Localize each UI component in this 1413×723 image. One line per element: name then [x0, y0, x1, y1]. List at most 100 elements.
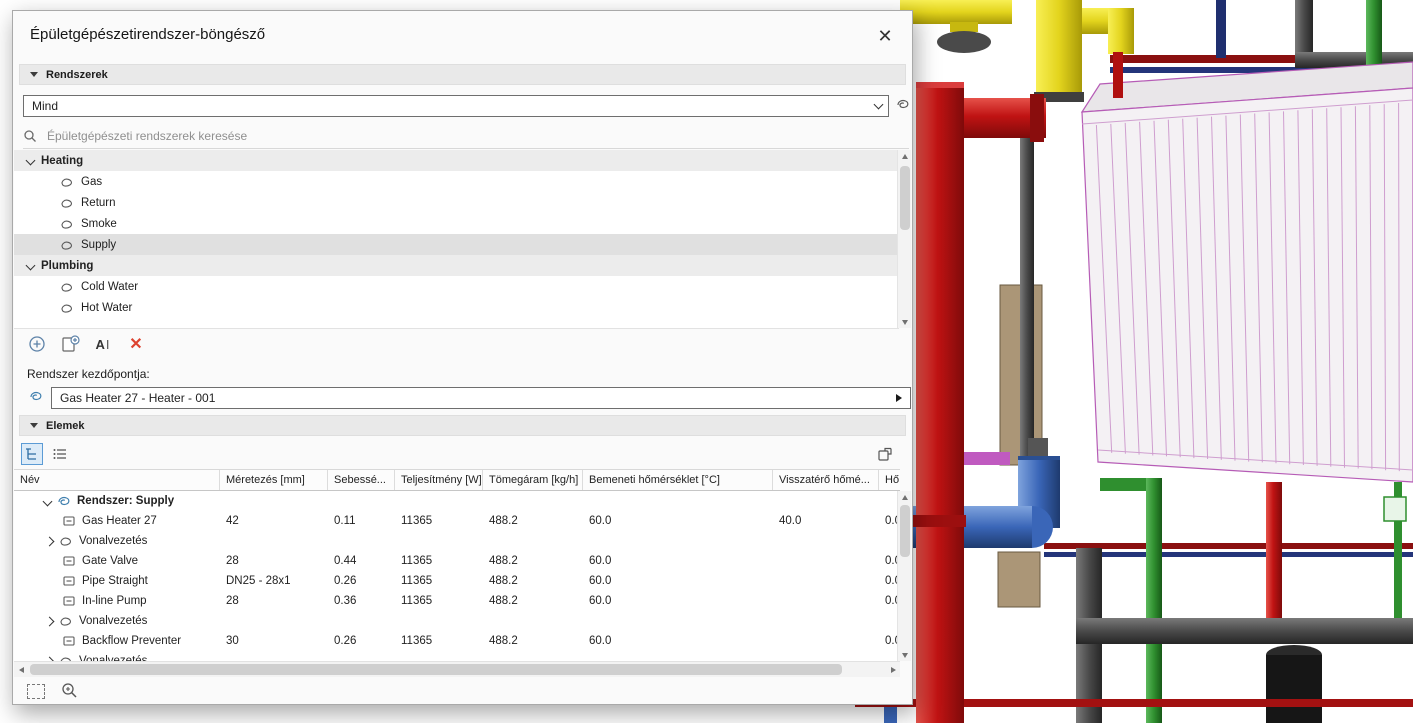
- arrow-right-icon: [896, 394, 902, 402]
- horizontal-scrollbar[interactable]: [14, 661, 900, 677]
- marquee-select-icon[interactable]: [27, 684, 45, 699]
- chevron-down-icon: [26, 261, 36, 271]
- system-loop-icon: [60, 175, 74, 189]
- table-row[interactable]: Gate Valve 28 0.44 11365 488.2 60.0 0.0: [14, 551, 900, 571]
- list-view-toggle[interactable]: [49, 443, 71, 465]
- col-header-visszatero[interactable]: Visszatérő hőmé...: [773, 470, 879, 490]
- delete-x-icon: ✕: [129, 334, 142, 354]
- chevron-down-icon: [43, 496, 53, 506]
- new-system-button[interactable]: [60, 334, 80, 354]
- routing-loop-icon: [59, 614, 73, 628]
- system-loop-icon: [60, 301, 74, 315]
- system-browser-dialog: Épületgépészetirendszer-böngésző ✕ Rends…: [12, 10, 913, 705]
- tree-item-label: Return: [81, 197, 116, 209]
- elements-table-header: Név Méretezés [mm] Sebessé... Teljesítmé…: [14, 469, 900, 491]
- scroll-left-arrow[interactable]: [14, 662, 28, 677]
- col-header-meretezes[interactable]: Méretezés [mm]: [220, 470, 328, 490]
- table-row[interactable]: Vonalvezetés: [14, 531, 900, 551]
- zoom-to-selection-icon[interactable]: [61, 682, 79, 700]
- routing-loop-icon: [59, 654, 73, 661]
- col-header-sebesseg[interactable]: Sebessé...: [328, 470, 395, 490]
- backflow-preventer-icon: [62, 634, 76, 648]
- section-header-systems[interactable]: Rendszerek: [19, 64, 906, 85]
- scrollbar-thumb[interactable]: [30, 664, 842, 675]
- table-row[interactable]: Vonalvezetés: [14, 611, 900, 631]
- tree-view-toggle[interactable]: [21, 443, 43, 465]
- table-row[interactable]: Vonalvezetés: [14, 651, 900, 661]
- scroll-down-arrow[interactable]: [898, 316, 912, 328]
- tree-item-label: Cold Water: [81, 281, 138, 293]
- table-scrollbar[interactable]: [897, 491, 911, 661]
- table-row[interactable]: Pipe Straight DN25 - 28x1 0.26 11365 488…: [14, 571, 900, 591]
- system-loop-icon: [60, 217, 74, 231]
- chevron-right-icon[interactable]: [45, 616, 55, 626]
- app-root: { "window": { "title": "Épületgépészetir…: [0, 0, 1413, 723]
- add-system-button[interactable]: [27, 334, 47, 354]
- system-loop-icon: [60, 280, 74, 294]
- row-label: Backflow Preventer: [82, 635, 181, 647]
- scroll-up-arrow[interactable]: [898, 150, 912, 162]
- tree-scrollbar[interactable]: [897, 150, 911, 328]
- mep-system-icon: [57, 494, 71, 508]
- systems-tree: Heating Gas Return Smoke Supply Plumbing…: [14, 150, 899, 329]
- gate-valve-icon: [62, 554, 76, 568]
- tree-item-label: Hot Water: [81, 302, 132, 314]
- col-header-nev[interactable]: Név: [14, 470, 220, 490]
- collapse-triangle-icon: [30, 423, 38, 428]
- elements-table-body: Rendszer: Supply Gas Heater 27 42 0.11 1…: [14, 491, 900, 661]
- system-search[interactable]: [23, 123, 909, 149]
- section-header-elements[interactable]: Elemek: [19, 415, 906, 436]
- start-point-label: Rendszer kezdőpontja:: [27, 367, 150, 381]
- tree-group-heating[interactable]: Heating: [14, 150, 899, 171]
- table-row[interactable]: In-line Pump 28 0.36 11365 488.2 60.0 0.…: [14, 591, 900, 611]
- routing-loop-icon: [59, 534, 73, 548]
- tree-group-label: Plumbing: [41, 260, 93, 272]
- system-filter-dropdown[interactable]: Mind: [23, 95, 889, 117]
- elements-view-toolbar: [21, 443, 71, 465]
- system-loop-icon: [60, 238, 74, 252]
- chevron-down-icon: [26, 156, 36, 166]
- dropdown-value: Mind: [32, 99, 875, 113]
- gray-riser: [1020, 130, 1034, 465]
- col-header-bemeneti[interactable]: Bemeneti hőmérséklet [°C]: [583, 470, 773, 490]
- col-header-teljesitmeny[interactable]: Teljesítmény [W]: [395, 470, 483, 490]
- tree-item-gas[interactable]: Gas: [14, 171, 899, 192]
- chevron-down-icon: [874, 100, 884, 110]
- table-row[interactable]: Gas Heater 27 42 0.11 11365 488.2 60.0 4…: [14, 511, 900, 531]
- row-label: Gate Valve: [82, 555, 138, 567]
- scroll-right-arrow[interactable]: [886, 662, 900, 677]
- mep-system-icon: [29, 389, 43, 403]
- rename-button[interactable]: AI: [93, 334, 113, 354]
- pipe-straight-icon: [62, 574, 76, 588]
- chevron-right-icon[interactable]: [45, 536, 55, 546]
- tree-item-hot-water[interactable]: Hot Water: [14, 297, 899, 318]
- transfer-settings-button[interactable]: [874, 443, 896, 465]
- search-input[interactable]: [45, 128, 909, 144]
- start-point-value: Gas Heater 27 - Heater - 001: [60, 391, 896, 405]
- start-point-field[interactable]: Gas Heater 27 - Heater - 001: [51, 387, 911, 409]
- scroll-down-arrow[interactable]: [898, 649, 912, 661]
- tree-group-plumbing[interactable]: Plumbing: [14, 255, 899, 276]
- tree-item-smoke[interactable]: Smoke: [14, 213, 899, 234]
- col-header-ho[interactable]: Hő...: [879, 470, 900, 490]
- tree-item-supply[interactable]: Supply: [14, 234, 899, 255]
- dialog-footer: [27, 682, 79, 700]
- collapse-triangle-icon: [30, 72, 38, 77]
- table-row[interactable]: Backflow Preventer 30 0.26 11365 488.2 6…: [14, 631, 900, 651]
- scroll-up-arrow[interactable]: [898, 491, 912, 503]
- tree-item-label: Supply: [81, 239, 116, 251]
- scrollbar-thumb[interactable]: [900, 166, 910, 230]
- rename-icon: AI: [95, 337, 110, 352]
- close-button[interactable]: ✕: [870, 21, 900, 51]
- green-pipe: [1100, 478, 1162, 723]
- delete-button[interactable]: ✕: [126, 334, 146, 354]
- transfer-settings-icon: [877, 446, 893, 462]
- tree-item-return[interactable]: Return: [14, 192, 899, 213]
- tree-item-label: Gas: [81, 176, 102, 188]
- tree-item-cold-water[interactable]: Cold Water: [14, 276, 899, 297]
- row-label: Vonalvezetés: [79, 615, 147, 627]
- table-row[interactable]: Rendszer: Supply: [14, 491, 900, 511]
- scrollbar-thumb[interactable]: [900, 505, 910, 557]
- radiator: [1082, 62, 1413, 482]
- col-header-tomegaram[interactable]: Tömegáram [kg/h]: [483, 470, 583, 490]
